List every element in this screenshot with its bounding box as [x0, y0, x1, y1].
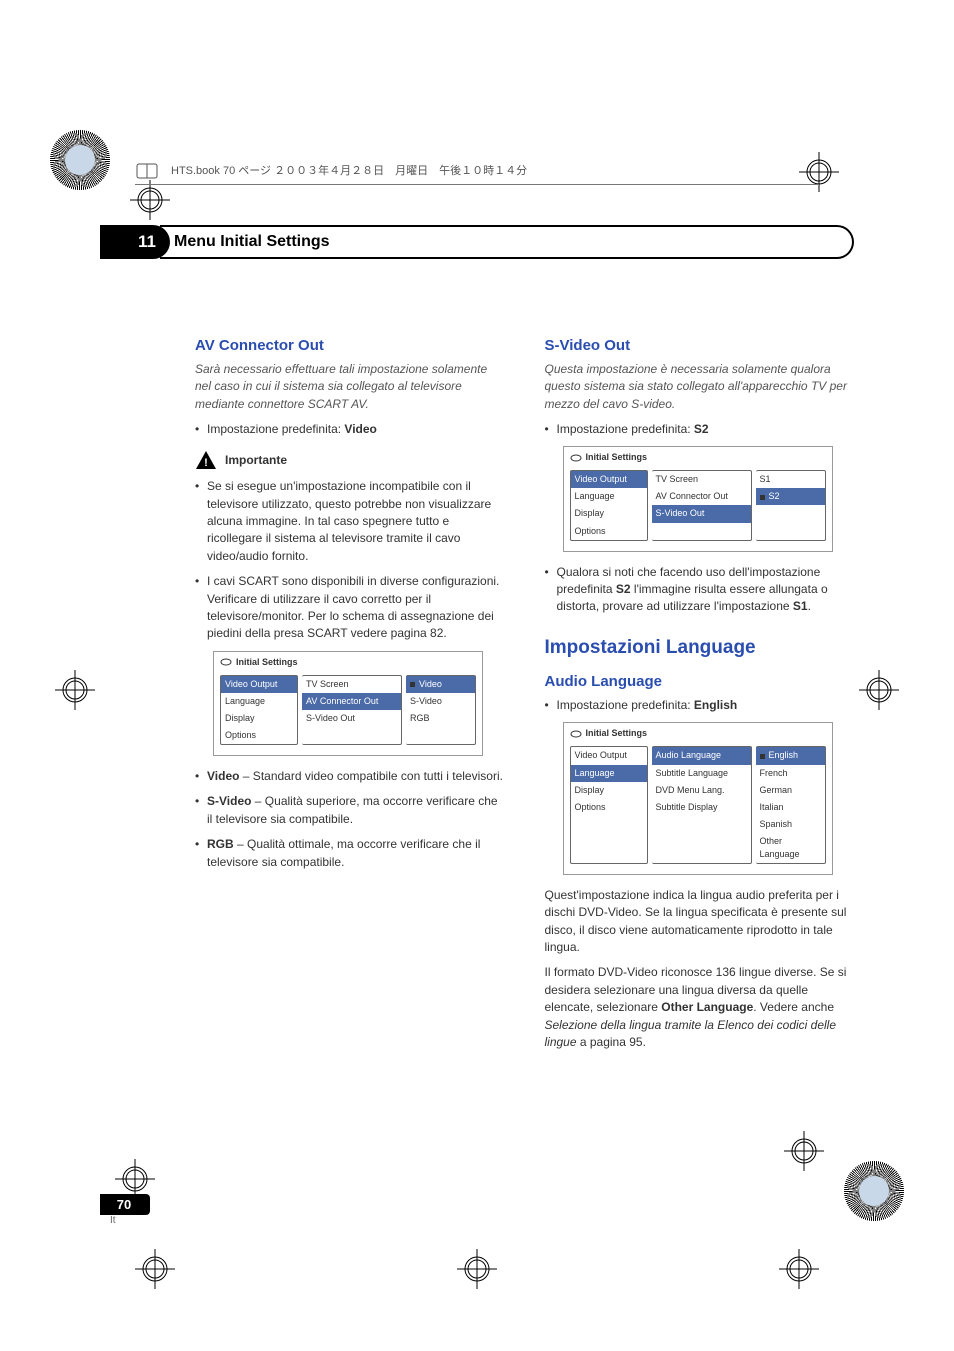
menu-row: Display: [221, 710, 297, 727]
menu-row: Video Output: [221, 676, 297, 693]
menu-row: Other Language: [756, 833, 825, 863]
menu-row: DVD Menu Lang.: [652, 782, 751, 799]
menu-row: AV Connector Out: [302, 693, 401, 710]
menu-row: TV Screen: [652, 471, 751, 488]
book-icon: [135, 160, 163, 180]
crosshair-icon: [779, 1249, 819, 1289]
menu-row: English: [756, 747, 825, 764]
menu-row: S-Video Out: [302, 710, 401, 727]
menu-icon: [220, 657, 232, 667]
menu-row: Language: [221, 693, 297, 710]
menu-row: S-Video: [406, 693, 475, 710]
crosshair-icon: [859, 670, 899, 710]
menu-row: Italian: [756, 799, 825, 816]
heading-audio-language: Audio Language: [545, 671, 855, 693]
menu-icon: [570, 453, 582, 463]
menu-row: German: [756, 782, 825, 799]
menu-row: RGB: [406, 710, 475, 727]
heading-av-connector: AV Connector Out: [195, 335, 505, 357]
crosshair-icon: [55, 670, 95, 710]
chapter-bar: 11 Menu Initial Settings: [100, 225, 854, 259]
menu-row: Options: [221, 727, 297, 744]
menu-row: Video: [406, 676, 475, 693]
svideo-note: Qualora si noti che facendo uso dell'imp…: [545, 564, 855, 616]
menu-row: AV Connector Out: [652, 488, 751, 505]
menu-row: Spanish: [756, 816, 825, 833]
menu-row: S2: [756, 488, 825, 505]
menu-row: Display: [571, 505, 647, 522]
opt-rgb: RGB – Qualità ottimale, ma occorre verif…: [195, 836, 505, 871]
menu-row: Subtitle Language: [652, 765, 751, 782]
audio-para-2: Il formato DVD-Video riconosce 136 lingu…: [545, 964, 855, 1051]
framemaker-header: HTS.book 70 ページ ２００３年４月２８日 月曜日 午後１０時１４分: [135, 158, 819, 182]
av-note-2: I cavi SCART sono disponibili in diverse…: [195, 573, 505, 643]
important-label: Importante: [225, 452, 287, 469]
svg-text:!: !: [204, 457, 208, 469]
menu-screenshot-svideo: Initial Settings Video Output Language D…: [563, 446, 833, 551]
print-registration-mark: [844, 1161, 904, 1221]
menu-row: Subtitle Display: [652, 799, 751, 816]
menu-row: Options: [571, 799, 647, 816]
svideo-intro: Questa impostazione è necessaria solamen…: [545, 361, 855, 413]
menu-row: TV Screen: [302, 676, 401, 693]
opt-video: Video – Standard video compatibile con t…: [195, 768, 505, 785]
crosshair-icon: [784, 1131, 824, 1171]
left-column: AV Connector Out Sarà necessario effettu…: [195, 335, 505, 1051]
page-language: It: [100, 1215, 150, 1226]
crosshair-icon: [130, 180, 170, 220]
chapter-title: Menu Initial Settings: [160, 225, 854, 259]
crosshair-icon: [135, 1249, 175, 1289]
crosshair-icon: [115, 1159, 155, 1199]
crosshair-icon: [457, 1249, 497, 1289]
opt-svideo: S-Video – Qualità superiore, ma occorre …: [195, 793, 505, 828]
menu-row: Options: [571, 523, 647, 540]
audio-default: Impostazione predefinita: English: [545, 697, 855, 714]
menu-row: Display: [571, 782, 647, 799]
menu-row: Audio Language: [652, 747, 751, 764]
heading-impostazioni-language: Impostazioni Language: [545, 634, 855, 662]
menu-screenshot-av: Initial Settings Video Output Language D…: [213, 651, 483, 756]
page-number: 70: [100, 1194, 150, 1215]
menu-row: S1: [756, 471, 825, 488]
page-number-box: 70 It: [100, 1194, 150, 1226]
menu-screenshot-audio: Initial Settings Video Output Language D…: [563, 722, 833, 874]
av-intro: Sarà necessario effettuare tali impostaz…: [195, 361, 505, 413]
heading-svideo-out: S-Video Out: [545, 335, 855, 357]
menu-row: Language: [571, 765, 647, 782]
av-note-1: Se si esegue un'impostazione incompatibi…: [195, 478, 505, 565]
header-rule: [135, 184, 819, 185]
print-registration-mark: [50, 130, 110, 190]
menu-row: French: [756, 765, 825, 782]
right-column: S-Video Out Questa impostazione è necess…: [545, 335, 855, 1051]
header-text: HTS.book 70 ページ ２００３年４月２８日 月曜日 午後１０時１４分: [171, 162, 527, 178]
svideo-default: Impostazione predefinita: S2: [545, 421, 855, 438]
menu-icon: [570, 729, 582, 739]
menu-row: Video Output: [571, 471, 647, 488]
menu-row: Language: [571, 488, 647, 505]
av-default: Impostazione predefinita: Video: [195, 421, 505, 438]
audio-para-1: Quest'impostazione indica la lingua audi…: [545, 887, 855, 957]
menu-row: Video Output: [571, 747, 647, 764]
important-box: ! Importante: [195, 450, 505, 470]
warning-icon: !: [195, 450, 217, 470]
menu-row: S-Video Out: [652, 505, 751, 522]
